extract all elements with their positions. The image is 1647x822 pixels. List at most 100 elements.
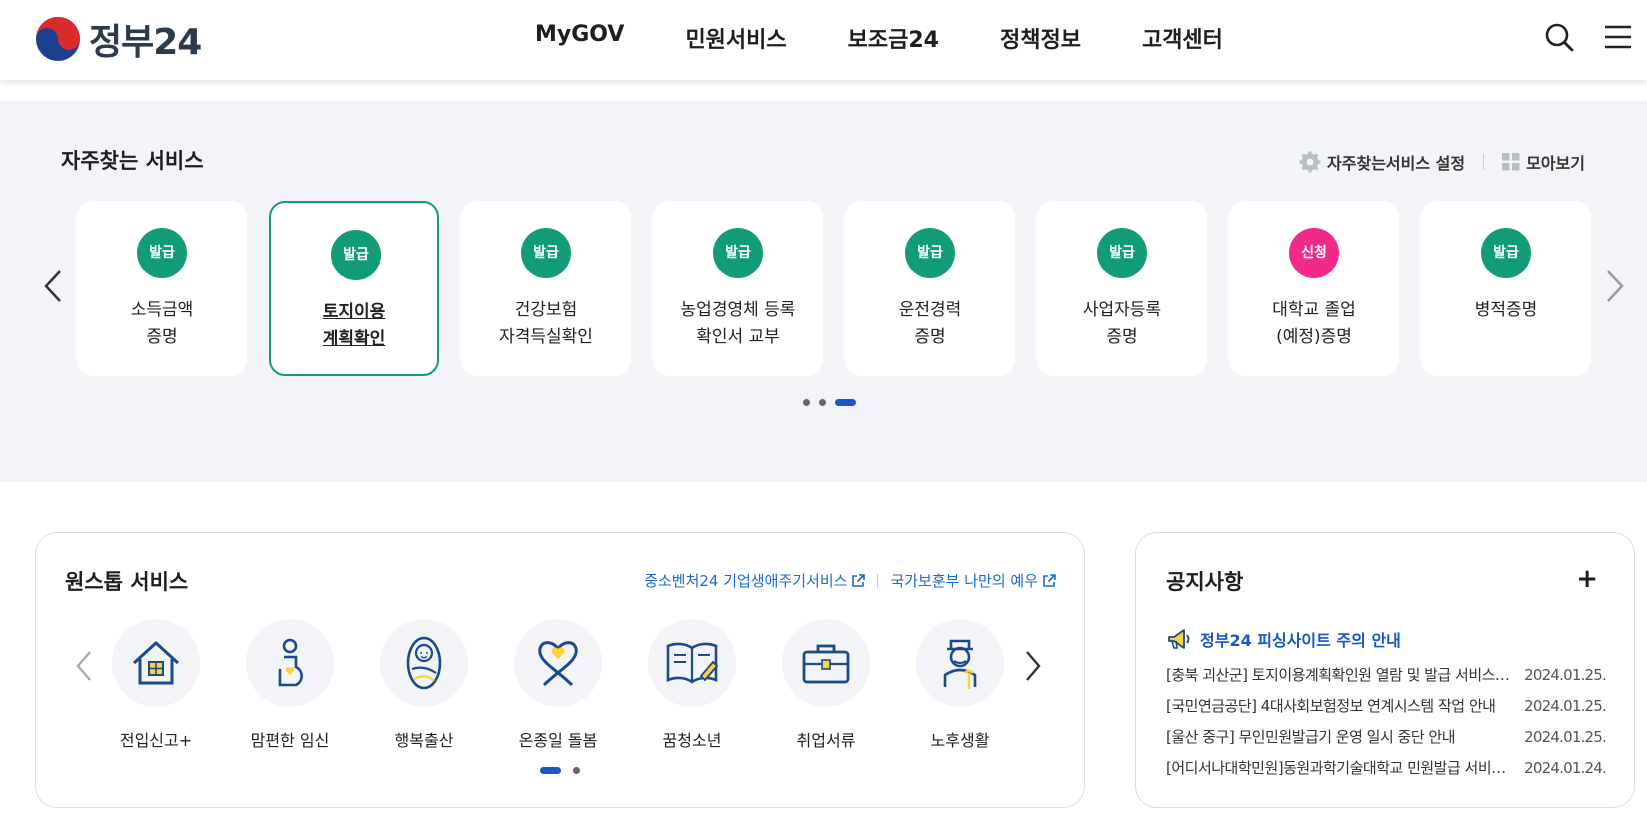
service-card[interactable]: 발급 농업경영체 등록 확인서 교부 [653, 201, 823, 376]
service-card-label: 토지이용 계획확인 [322, 302, 386, 349]
chevron-left-icon[interactable] [74, 650, 94, 682]
service-card-active[interactable]: 발급 토지이용 계획확인 [269, 201, 439, 376]
pagination-dot-active[interactable] [540, 767, 561, 774]
onestop-item-pregnancy[interactable]: 맘편한 임신 [246, 619, 334, 751]
pregnancy-icon [246, 619, 334, 707]
book-icon [648, 619, 736, 707]
service-card[interactable]: 발급 운전경력 증명 [845, 201, 1015, 376]
onestop-item-retirement[interactable]: 노후생활 [916, 619, 1004, 751]
notice-item[interactable]: [충북 괴산군] 토지이용계획확인원 열람 및 발급 서비스 일시 중단 안내 … [1166, 660, 1607, 691]
search-icon[interactable] [1544, 22, 1574, 52]
gear-icon [1299, 151, 1321, 173]
onestop-item-birth[interactable]: 행복출산 [380, 619, 468, 751]
service-card[interactable]: 신청 대학교 졸업 (예정)증명 [1229, 201, 1399, 376]
view-all-button[interactable]: 모아보기 [1502, 150, 1585, 174]
nav-subsidy24[interactable]: 보조금24 [848, 22, 939, 54]
service-card[interactable]: 발급 사업자등록 증명 [1037, 201, 1207, 376]
notice-item-date: 2024.01.25. [1524, 697, 1607, 715]
taegeuk-logo-icon [36, 17, 80, 61]
nav-mygov[interactable]: MyGOV [535, 22, 624, 54]
service-card-label: 건강보험 자격득실확인 [499, 300, 593, 347]
notice-highlight-label: 정부24 피싱사이트 주의 안내 [1200, 631, 1401, 650]
notice-item-title: [국민연금공단] 4대사회보험정보 연계시스템 작업 안내 [1166, 697, 1496, 715]
baby-icon [380, 619, 468, 707]
chevron-right-icon[interactable] [1023, 650, 1043, 682]
pagination-dot[interactable] [803, 399, 810, 406]
onestop-item-label: 취업서류 [796, 731, 856, 750]
link-veterans-label: 국가보훈부 나만의 예우 [890, 572, 1038, 590]
notice-item[interactable]: [국민연금공단] 4대사회보험정보 연계시스템 작업 안내 2024.01.25… [1166, 691, 1607, 722]
issue-badge: 발급 [713, 228, 763, 278]
issue-badge: 발급 [137, 228, 187, 278]
issue-badge: 발급 [1097, 228, 1147, 278]
nav-customer-center[interactable]: 고객센터 [1142, 22, 1223, 54]
service-card[interactable]: 발급 소득금액 증명 [77, 201, 247, 376]
onestop-item-care[interactable]: 온종일 돌봄 [514, 619, 602, 751]
onestop-item-employment[interactable]: 취업서류 [782, 619, 870, 751]
frequent-settings-label: 자주찾는서비스 설정 [1327, 154, 1466, 173]
view-all-label: 모아보기 [1526, 154, 1585, 173]
onestop-item-label: 행복출산 [394, 731, 454, 750]
onestop-item-youth[interactable]: 꿈청소년 [648, 619, 736, 751]
apply-badge: 신청 [1289, 228, 1339, 278]
pagination-dot-active[interactable] [835, 399, 856, 406]
site-header: 정부24 MyGOV 민원서비스 보조금24 정책정보 고객센터 [0, 0, 1647, 80]
megaphone-icon [1168, 629, 1190, 649]
logo[interactable]: 정부24 [35, 13, 202, 65]
frequent-services-title: 자주찾는 서비스 [61, 149, 204, 173]
nav-policy-info[interactable]: 정책정보 [1000, 22, 1081, 54]
frequent-services-section: 자주찾는 서비스 자주찾는서비스 설정 모아보기 발급 소득금액 증명 발급 토… [0, 101, 1647, 482]
service-card-label: 대학교 졸업 (예정)증명 [1272, 300, 1356, 347]
chevron-right-icon[interactable] [1602, 269, 1626, 303]
divider [877, 573, 879, 588]
frequent-settings-button[interactable]: 자주찾는서비스 설정 [1299, 150, 1465, 174]
onestop-item-label: 꿈청소년 [662, 731, 722, 750]
service-card[interactable]: 발급 건강보험 자격득실확인 [461, 201, 631, 376]
service-card-label: 농업경영체 등록 확인서 교부 [680, 300, 796, 347]
briefcase-icon [782, 619, 870, 707]
frequent-service-cards: 발급 소득금액 증명 발급 토지이용 계획확인 발급 건강보험 자격득실확인 발… [77, 201, 1591, 376]
notice-item-date: 2024.01.25. [1524, 728, 1607, 746]
chevron-left-icon[interactable] [42, 269, 66, 303]
notice-more-button[interactable]: + [1576, 564, 1598, 594]
service-card-label: 운전경력 증명 [898, 300, 962, 347]
notice-highlight[interactable]: 정부24 피싱사이트 주의 안내 [1166, 627, 1401, 651]
issue-badge: 발급 [521, 228, 571, 278]
notice-item-title: [어디서나대학민원]동원과학기술대학교 민원발급 서비스 안내 [1166, 759, 1511, 777]
onestop-item-label: 전입신고+ [119, 731, 193, 750]
main-nav: MyGOV 민원서비스 보조금24 정책정보 고객센터 [535, 22, 1223, 54]
notice-item-title: [충북 괴산군] 토지이용계획확인원 열람 및 발급 서비스 일시 중단 안내 [1166, 666, 1511, 684]
notice-item-date: 2024.01.25. [1524, 666, 1607, 684]
link-veterans[interactable]: 국가보훈부 나만의 예우 [890, 570, 1056, 591]
notice-title: 공지사항 [1166, 570, 1244, 594]
external-link-icon [852, 573, 866, 587]
notice-list: [충북 괴산군] 토지이용계획확인원 열람 및 발급 서비스 일시 중단 안내 … [1166, 660, 1607, 784]
notice-item-title: [울산 중구] 무인민원발급기 운영 일시 중단 안내 [1166, 728, 1456, 746]
service-card-label: 소득금액 증명 [130, 300, 194, 347]
onestop-item-label: 노후생활 [930, 731, 990, 750]
service-card[interactable]: 발급 병적증명 [1421, 201, 1591, 376]
onestop-services-panel: 원스톱 서비스 중소벤처24 기업생애주기서비스 국가보훈부 나만의 예우 전입… [35, 532, 1085, 808]
onestop-item-label: 온종일 돌봄 [518, 731, 598, 750]
onestop-title: 원스톱 서비스 [65, 570, 189, 594]
frequent-tools: 자주찾는서비스 설정 모아보기 [1299, 150, 1585, 174]
notice-item[interactable]: [울산 중구] 무인민원발급기 운영 일시 중단 안내 2024.01.25. [1166, 722, 1607, 753]
service-card-label: 병적증명 [1474, 300, 1538, 320]
notice-item-date: 2024.01.24. [1524, 759, 1607, 777]
external-link-icon [1043, 573, 1056, 587]
issue-badge: 발급 [331, 230, 381, 280]
onestop-pagination [540, 767, 580, 774]
pagination-dot[interactable] [573, 767, 580, 774]
house-icon [112, 619, 200, 707]
nav-civil-services[interactable]: 민원서비스 [685, 22, 786, 54]
pagination-dot[interactable] [819, 399, 826, 406]
link-sme-lifecycle-label: 중소벤처24 기업생애주기서비스 [644, 572, 848, 590]
link-sme-lifecycle[interactable]: 중소벤처24 기업생애주기서비스 [644, 570, 866, 591]
divider [1483, 154, 1485, 170]
menu-icon[interactable] [1603, 22, 1633, 52]
notice-item[interactable]: [어디서나대학민원]동원과학기술대학교 민원발급 서비스 안내 2024.01.… [1166, 753, 1607, 784]
issue-badge: 발급 [1481, 228, 1531, 278]
onestop-item-move-in[interactable]: 전입신고+ [112, 619, 200, 751]
onestop-links: 중소벤처24 기업생애주기서비스 국가보훈부 나만의 예우 [644, 570, 1056, 591]
issue-badge: 발급 [905, 228, 955, 278]
